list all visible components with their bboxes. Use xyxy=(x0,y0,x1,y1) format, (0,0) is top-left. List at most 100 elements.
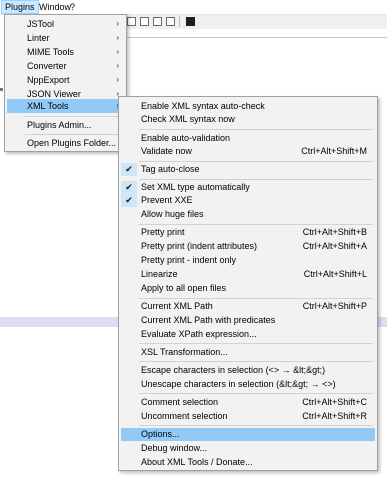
checkmark-icon: ✔ xyxy=(121,163,137,176)
monitor-icon[interactable] xyxy=(166,17,175,26)
menu-item-current-xml-path-predicates[interactable]: Current XML Path with predicates xyxy=(121,314,375,327)
tab-strip xyxy=(115,29,387,38)
menu-item-prevent-xxe[interactable]: ✔ Prevent XXE xyxy=(121,194,375,207)
menu-item-shortcut: Ctrl+Alt+Shift+C xyxy=(302,397,367,407)
menu-item-converter[interactable]: Converter › xyxy=(7,59,124,73)
menu-item-check-syntax-now[interactable]: Check XML syntax now xyxy=(121,113,375,126)
menu-item-enable-syntax-autocheck[interactable]: Enable XML syntax auto-check xyxy=(121,100,375,113)
menu-item-set-xml-type[interactable]: ✔ Set XML type automatically xyxy=(121,181,375,194)
menu-item-label: Debug window... xyxy=(141,443,208,453)
menu-item-shortcut: Ctrl+Alt+Shift+L xyxy=(303,269,367,279)
menu-item-shortcut: Ctrl+Alt+Shift+P xyxy=(302,301,367,311)
menu-item-linter[interactable]: Linter › xyxy=(7,31,124,45)
menu-item-label: Comment selection xyxy=(141,397,219,407)
menu-item-label: JSTool xyxy=(27,19,55,29)
editor-marker xyxy=(0,88,3,91)
menu-item-label: Open Plugins Folder... xyxy=(27,138,117,148)
menu-item-label: Tag auto-close xyxy=(141,164,200,174)
document-icon[interactable] xyxy=(127,17,136,26)
chevron-right-icon: › xyxy=(116,47,119,56)
menu-item-enable-auto-validation[interactable]: Enable auto-validation xyxy=(121,132,375,145)
menu-item-label: Enable auto-validation xyxy=(141,133,231,143)
menu-item-uncomment-selection[interactable]: Uncomment selection Ctrl+Alt+Shift+R xyxy=(121,410,375,423)
menu-item-shortcut: Ctrl+Alt+Shift+M xyxy=(301,146,367,156)
menu-item-label: Converter xyxy=(27,61,67,71)
menu-separator xyxy=(139,361,373,362)
menu-item-label: Current XML Path xyxy=(141,301,213,311)
menu-item-label: MIME Tools xyxy=(27,47,74,57)
menu-item-label: Apply to all open files xyxy=(141,283,227,293)
menu-item-label: Linter xyxy=(27,33,50,43)
menu-bar: Plugins Window ? xyxy=(0,0,387,15)
menu-item-label: Validate now xyxy=(141,146,192,156)
menu-item-label: Pretty print (indent attributes) xyxy=(141,241,258,251)
menu-item-nppexport[interactable]: NppExport › xyxy=(7,73,124,87)
checkmark-icon: ✔ xyxy=(121,194,137,207)
menu-item-label: Linearize xyxy=(141,269,178,279)
menu-item-shortcut: Ctrl+Alt+Shift+B xyxy=(302,227,367,237)
xml-tools-menu: Enable XML syntax auto-check Check XML s… xyxy=(118,96,378,471)
menu-item-apply-all-files[interactable]: Apply to all open files xyxy=(121,282,375,295)
menu-item-label: Pretty print - indent only xyxy=(141,255,237,265)
chevron-right-icon: › xyxy=(116,75,119,84)
menu-item-shortcut: Ctrl+Alt+Shift+R xyxy=(302,411,367,421)
menu-item-pretty-print-indent-only[interactable]: Pretty print - indent only xyxy=(121,254,375,267)
menu-separator xyxy=(25,116,123,117)
menu-item-label: Uncomment selection xyxy=(141,411,228,421)
menu-help[interactable]: ? xyxy=(67,1,78,13)
menu-item-label: About XML Tools / Donate... xyxy=(141,457,253,467)
menu-item-label: Set XML type automatically xyxy=(141,182,250,192)
menu-item-label: Unescape characters in selection (&lt;&g… xyxy=(141,379,336,389)
menu-separator xyxy=(139,129,373,130)
terminal-icon[interactable] xyxy=(186,17,195,26)
menu-item-evaluate-xpath[interactable]: Evaluate XPath expression... xyxy=(121,328,375,341)
menu-item-pretty-print-attributes[interactable]: Pretty print (indent attributes) Ctrl+Al… xyxy=(121,240,375,253)
menu-item-linearize[interactable]: Linearize Ctrl+Alt+Shift+L xyxy=(121,268,375,281)
menu-separator xyxy=(139,298,373,299)
menu-item-current-xml-path[interactable]: Current XML Path Ctrl+Alt+Shift+P xyxy=(121,300,375,313)
chevron-right-icon: › xyxy=(116,33,119,42)
menu-item-label: Allow huge files xyxy=(141,209,204,219)
menu-item-label: Current XML Path with predicates xyxy=(141,315,276,325)
menu-item-about-xml-tools[interactable]: About XML Tools / Donate... xyxy=(121,456,375,469)
menu-item-pretty-print[interactable]: Pretty print Ctrl+Alt+Shift+B xyxy=(121,226,375,239)
checkmark-icon: ✔ xyxy=(121,181,137,194)
toolbar-separator xyxy=(179,16,180,27)
menu-item-comment-selection[interactable]: Comment selection Ctrl+Alt+Shift+C xyxy=(121,396,375,409)
editor-highlight-band xyxy=(0,317,120,327)
menu-item-allow-huge-files[interactable]: Allow huge files xyxy=(121,208,375,221)
menu-item-label: Escape characters in selection (<> → &lt… xyxy=(141,365,326,375)
menu-item-xml-tools[interactable]: XML Tools › xyxy=(7,99,124,113)
menu-item-label: Options... xyxy=(141,429,180,439)
menu-item-label: Evaluate XPath expression... xyxy=(141,329,257,339)
menu-item-open-plugins-folder[interactable]: Open Plugins Folder... xyxy=(7,136,124,150)
menu-item-label: Plugins Admin... xyxy=(27,120,92,130)
plugins-menu: JSTool › Linter › MIME Tools › Converter… xyxy=(4,14,127,152)
menu-item-label: NppExport xyxy=(27,75,70,85)
menu-item-label: XSL Transformation... xyxy=(141,347,228,357)
toolbar xyxy=(115,15,387,29)
menu-item-options[interactable]: Options... xyxy=(121,428,375,441)
menu-item-debug-window[interactable]: Debug window... xyxy=(121,442,375,455)
menu-item-label: Pretty print xyxy=(141,227,185,237)
menu-separator xyxy=(139,393,373,394)
menu-item-mime-tools[interactable]: MIME Tools › xyxy=(7,45,124,59)
menu-item-escape-characters[interactable]: Escape characters in selection (<> → &lt… xyxy=(121,364,375,377)
menu-separator xyxy=(139,343,373,344)
menu-separator xyxy=(139,179,373,180)
menu-item-tag-auto-close[interactable]: ✔ Tag auto-close xyxy=(121,163,375,176)
edit-icon[interactable] xyxy=(140,17,149,26)
menu-item-jstool[interactable]: JSTool › xyxy=(7,17,124,31)
menu-item-plugins-admin[interactable]: Plugins Admin... xyxy=(7,118,124,132)
menu-item-label: Prevent XXE xyxy=(141,195,193,205)
menu-item-label: XML Tools xyxy=(27,101,69,111)
chevron-right-icon: › xyxy=(116,19,119,28)
menu-separator xyxy=(139,224,373,225)
menu-item-unescape-characters[interactable]: Unescape characters in selection (&lt;&g… xyxy=(121,378,375,391)
menu-item-label: Check XML syntax now xyxy=(141,114,235,124)
menu-separator xyxy=(25,134,123,135)
menu-item-validate-now[interactable]: Validate now Ctrl+Alt+Shift+M xyxy=(121,145,375,158)
menu-item-xsl-transformation[interactable]: XSL Transformation... xyxy=(121,346,375,359)
menu-plugins[interactable]: Plugins xyxy=(1,0,39,14)
function-icon[interactable] xyxy=(153,17,162,26)
